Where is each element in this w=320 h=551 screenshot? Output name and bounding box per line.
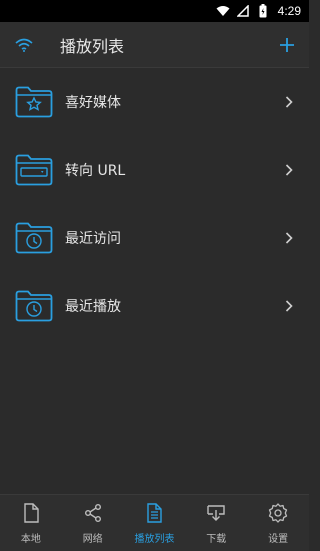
status-bar: 4:29 <box>0 0 309 22</box>
nav-local[interactable]: 本地 <box>0 495 62 551</box>
list-item-redirect-url[interactable]: 转向 URL <box>0 136 309 204</box>
list-item-label: 喜好媒体 <box>65 95 121 111</box>
url-folder-icon <box>15 154 53 186</box>
nav-playlist[interactable]: 播放列表 <box>124 495 186 551</box>
list-item-label: 最近播放 <box>65 299 121 315</box>
bottom-nav: 本地 网络 播放列表 下载 设置 <box>0 494 309 551</box>
clock-folder-icon <box>15 222 53 254</box>
chevron-right-icon <box>285 298 293 312</box>
nav-local-label: 本地 <box>20 533 41 545</box>
chevron-right-icon <box>285 230 293 244</box>
chevron-right-icon <box>285 94 293 108</box>
file-icon <box>24 502 39 523</box>
star-folder-icon <box>15 86 53 118</box>
nav-settings[interactable]: 设置 <box>247 495 309 551</box>
playlist-list: 喜好媒体 转向 URL 最近访问 最近播放 <box>0 68 309 340</box>
list-item-label: 最近访问 <box>65 231 121 247</box>
add-icon[interactable] <box>275 33 299 57</box>
download-icon <box>207 504 225 521</box>
nav-download[interactable]: 下载 <box>185 495 247 551</box>
list-item-label: 转向 URL <box>65 163 126 179</box>
battery-icon <box>256 4 270 18</box>
nav-playlist-label: 播放列表 <box>134 533 175 545</box>
status-time: 4:29 <box>277 4 301 18</box>
app-bar: 播放列表 <box>0 22 309 68</box>
list-item-recent-visits[interactable]: 最近访问 <box>0 204 309 272</box>
list-item-recent-plays[interactable]: 最近播放 <box>0 272 309 340</box>
list-file-icon <box>147 502 163 523</box>
share-icon <box>84 503 101 522</box>
list-item-favorites[interactable]: 喜好媒体 <box>0 68 309 136</box>
nav-network[interactable]: 网络 <box>62 495 124 551</box>
nav-download-label: 下载 <box>206 533 227 545</box>
chevron-right-icon <box>285 162 293 176</box>
nav-settings-label: 设置 <box>268 533 289 545</box>
wifi-icon <box>216 4 230 18</box>
page-title: 播放列表 <box>60 36 125 56</box>
gear-icon <box>268 502 288 523</box>
clock-folder-icon <box>15 290 53 322</box>
nav-network-label: 网络 <box>82 533 103 545</box>
signal-icon <box>236 4 250 18</box>
wifi-stream-icon[interactable] <box>12 33 36 57</box>
